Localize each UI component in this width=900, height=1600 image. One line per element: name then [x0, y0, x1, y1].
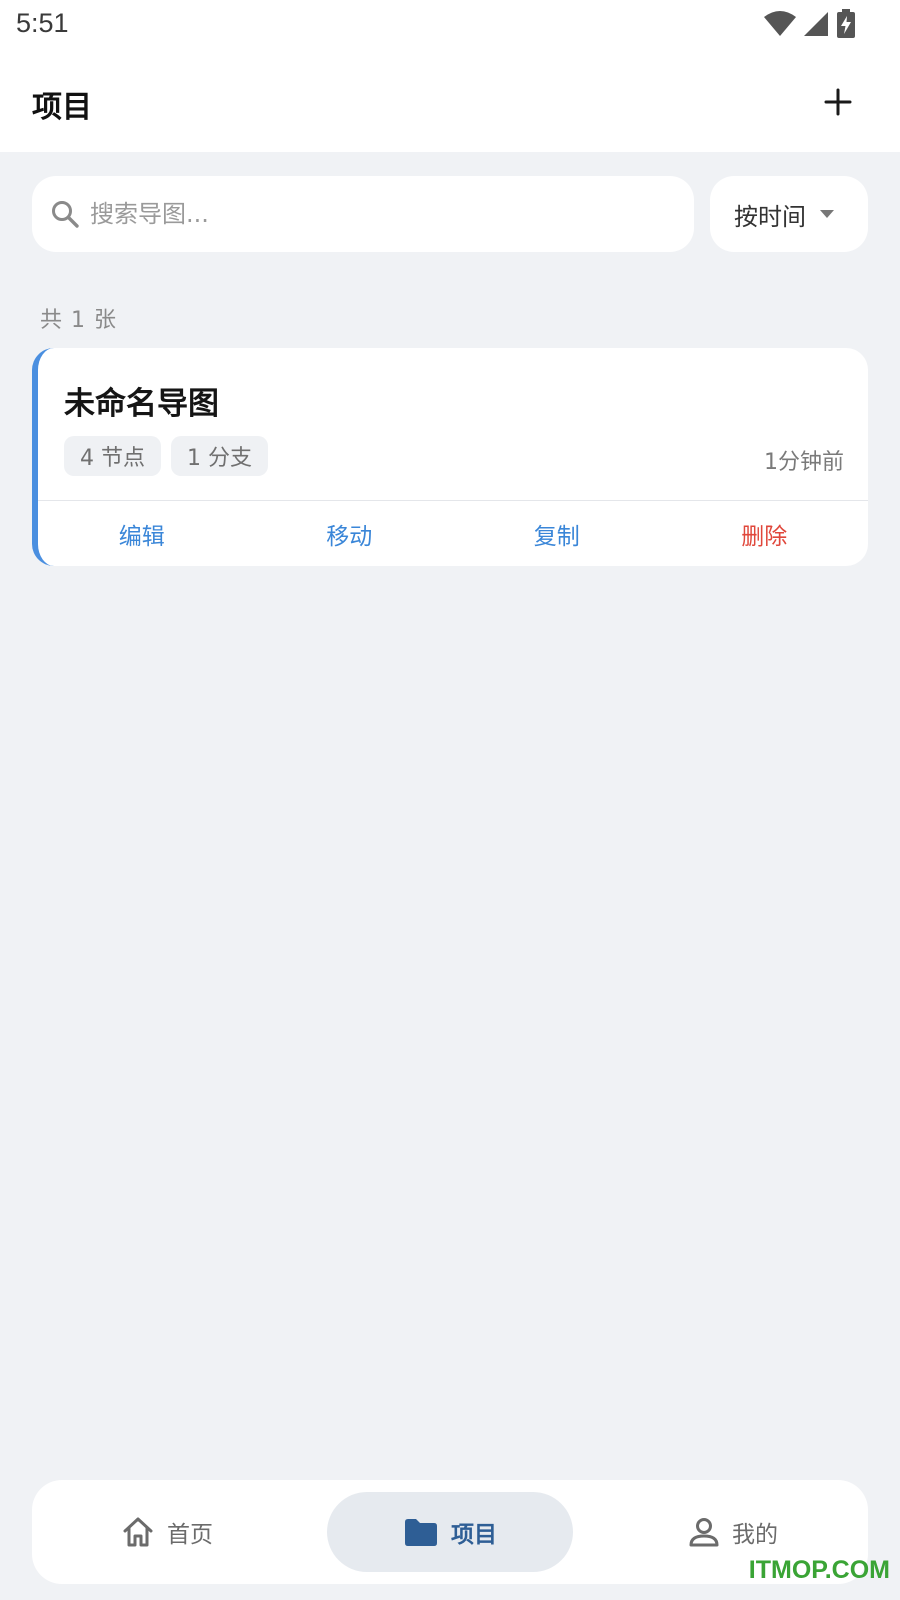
home-icon	[123, 1517, 153, 1547]
search-input[interactable]	[90, 184, 650, 244]
sort-dropdown[interactable]: 按时间	[710, 176, 868, 252]
edit-button[interactable]: 编辑	[38, 501, 246, 566]
folder-icon	[405, 1519, 437, 1546]
nav-label-projects: 项目	[451, 1522, 497, 1548]
mindmap-card[interactable]: 未命名导图 4 节点 1 分支 1分钟前 编辑 移动 复制 删除	[32, 348, 868, 566]
copy-button[interactable]: 复制	[453, 501, 661, 566]
bottom-nav: 首页 项目 我的	[32, 1480, 868, 1584]
app-header: 项目	[0, 52, 900, 152]
card-tags: 4 节点 1 分支	[64, 436, 268, 476]
watermark: ITMOP.COM	[748, 1556, 890, 1584]
delete-button[interactable]: 删除	[661, 501, 869, 566]
tag-node-count: 4 节点	[64, 436, 161, 476]
nav-item-projects[interactable]: 项目	[327, 1492, 573, 1572]
add-button[interactable]	[816, 80, 860, 124]
nav-label-profile: 我的	[732, 1522, 778, 1548]
status-bar: 5:51	[0, 0, 900, 52]
cellular-signal-icon	[804, 12, 828, 36]
tag-branch-count: 1 分支	[171, 436, 268, 476]
card-actions: 编辑 移动 复制 删除	[38, 501, 868, 566]
move-button[interactable]: 移动	[246, 501, 454, 566]
battery-charging-icon	[837, 9, 855, 38]
sort-label: 按时间	[734, 202, 806, 231]
person-icon	[689, 1518, 719, 1547]
card-modified-time: 1分钟前	[764, 450, 844, 475]
nav-item-home[interactable]: 首页	[44, 1492, 290, 1572]
nav-label-home: 首页	[167, 1522, 213, 1548]
search-icon	[52, 201, 79, 228]
map-count: 共 1 张	[40, 308, 117, 333]
card-title: 未命名导图	[64, 386, 219, 422]
page-title: 项目	[32, 90, 92, 125]
wifi-icon	[764, 11, 796, 36]
status-icons	[764, 8, 856, 40]
search-box[interactable]	[32, 176, 694, 252]
plus-icon	[824, 88, 852, 116]
status-time: 5:51	[16, 8, 69, 38]
caret-down-icon	[820, 210, 834, 218]
